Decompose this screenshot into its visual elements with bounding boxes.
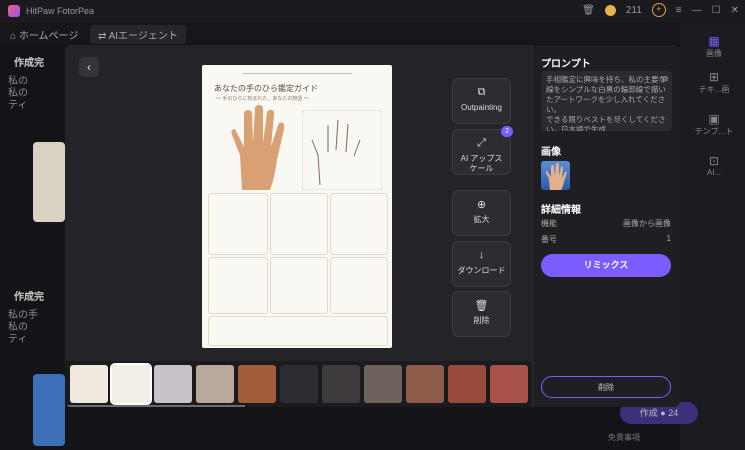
generated-image[interactable]: あなたの手のひら鑑定ガイド 〜 手のひらに刻まれた、あなたの物語 〜 (202, 65, 392, 348)
remix-button[interactable]: リミックス (541, 254, 671, 277)
history-thumbnail[interactable] (33, 374, 65, 446)
prompt-heading: プロンプト (541, 59, 591, 70)
back-button[interactable]: ‹ (79, 57, 99, 77)
coin-icon (604, 4, 616, 16)
details-heading: 詳細情報 (541, 205, 581, 216)
zoom-icon: ⊕ (476, 199, 487, 211)
history-item-text: 私の手 私の ティ (8, 310, 38, 345)
info-panel (208, 257, 268, 314)
preview-canvas: ‹ あなたの手のひら鑑定ガイド 〜 手のひらに刻まれた、あなたの物語 〜 ⧉ O… (65, 45, 532, 407)
thumbnail[interactable] (196, 365, 234, 403)
thumbnail[interactable] (406, 365, 444, 403)
copy-icon[interactable]: ⧉ (662, 74, 668, 84)
title-bar: HitPaw FotorPea 🗑 211 + ≡ — ☐ ✕ (0, 0, 745, 22)
thumbnail[interactable] (322, 365, 360, 403)
info-panel (208, 316, 388, 346)
upscale-icon: ⤢ (477, 137, 486, 149)
nav-bar: ⌂ ホームページ ⇄ AIエージェント (0, 22, 745, 44)
breadcrumb[interactable]: ⇄ AIエージェント (90, 25, 186, 44)
sidebar-item-image[interactable]: ▦ 画像 (688, 34, 740, 59)
details-panel: プロンプト ⧉ 手相鑑定に興味を持ち、私の主要な線をシンプルな白黒の輪郭線で描い… (532, 45, 680, 407)
thumbnail[interactable] (364, 365, 402, 403)
history-thumbnail[interactable] (33, 142, 65, 222)
thumbnail[interactable] (70, 365, 108, 403)
sidebar-item-template[interactable]: ▣ テンプ...ト (688, 112, 740, 137)
thumbnail-placeholder[interactable] (280, 365, 318, 403)
delete-button[interactable]: 削除 (541, 376, 671, 398)
strip-scrollbar[interactable] (65, 405, 245, 407)
image-heading: 画像 (541, 147, 561, 158)
download-button[interactable]: ↓ ダウンロード (452, 241, 511, 287)
minimize-button[interactable]: — (692, 5, 702, 16)
palm-lines-diagram (302, 110, 382, 190)
info-panel (270, 193, 328, 255)
zoom-button[interactable]: ⊕ 拡大 (452, 190, 511, 236)
download-icon: ↓ (478, 249, 485, 261)
history-item-title: 作成完 (14, 292, 44, 303)
doc-subtitle: 〜 手のひらに刻まれた、あなたの物語 〜 (216, 96, 309, 102)
number-row: 番号 1 (541, 234, 671, 244)
function-row: 機能 画像から画像 (541, 219, 671, 228)
home-link[interactable]: ⌂ ホームページ (10, 27, 78, 42)
image-viewer-modal: ‹ あなたの手のひら鑑定ガイド 〜 手のひらに刻まれた、あなたの物語 〜 ⧉ O… (65, 45, 680, 407)
info-panel (330, 257, 388, 314)
menu-icon[interactable]: ≡ (676, 5, 682, 16)
thumbnail-strip (65, 361, 532, 407)
thumbnail-selected[interactable] (110, 363, 152, 405)
right-sidebar: ▦ 画像 ⊞ テキ...画 ▣ テンプ...ト ⊡ AI... (680, 22, 745, 450)
ai-upscale-button[interactable]: 2 ⤢ AI アップス ケール (452, 126, 513, 175)
outpainting-button[interactable]: ⧉ Outpainting (452, 78, 511, 124)
sidebar-item-ai[interactable]: ⊡ AI... (688, 154, 740, 177)
history-item-text: 私の 私の ティ (8, 76, 28, 111)
outpaint-icon: ⧉ (477, 86, 486, 98)
thumbnail[interactable] (448, 365, 486, 403)
delete-tool-button[interactable]: 🗑 削除 (452, 291, 511, 337)
info-panel (270, 257, 328, 314)
thumbnail[interactable] (238, 365, 276, 403)
maximize-button[interactable]: ☐ (712, 5, 721, 16)
thumbnail[interactable] (154, 365, 192, 403)
sidebar-item-text-to-image[interactable]: ⊞ テキ...画 (688, 70, 740, 95)
credits-count: 211 (625, 4, 642, 16)
trash-icon: 🗑 (474, 300, 489, 312)
trash-icon[interactable]: 🗑 (582, 5, 595, 16)
close-button[interactable]: ✕ (731, 5, 739, 16)
app-title: HitPaw FotorPea (26, 6, 95, 16)
prompt-text-box[interactable]: ⧉ 手相鑑定に興味を持ち、私の主要な線をシンプルな白黒の輪郭線で描いたアートワー… (541, 71, 672, 131)
upscale-badge: 2 (501, 126, 513, 137)
info-panel (208, 193, 268, 255)
add-credits-button[interactable]: + (651, 3, 666, 17)
history-panel: 作成完 私の 私の ティ 作成完 私の手 私の ティ (0, 44, 65, 450)
info-panel (330, 193, 388, 255)
history-item-title: 作成完 (14, 58, 44, 69)
app-logo-icon (8, 5, 20, 17)
title-bar-controls: 🗑 211 + ≡ — ☐ ✕ (582, 3, 739, 17)
palm-illustration (231, 105, 285, 190)
source-image-thumbnail[interactable] (541, 161, 570, 190)
doc-title: あなたの手のひら鑑定ガイド (214, 84, 318, 93)
disclaimer-link[interactable]: 免責事項 (608, 432, 640, 443)
thumbnail[interactable] (490, 365, 528, 403)
